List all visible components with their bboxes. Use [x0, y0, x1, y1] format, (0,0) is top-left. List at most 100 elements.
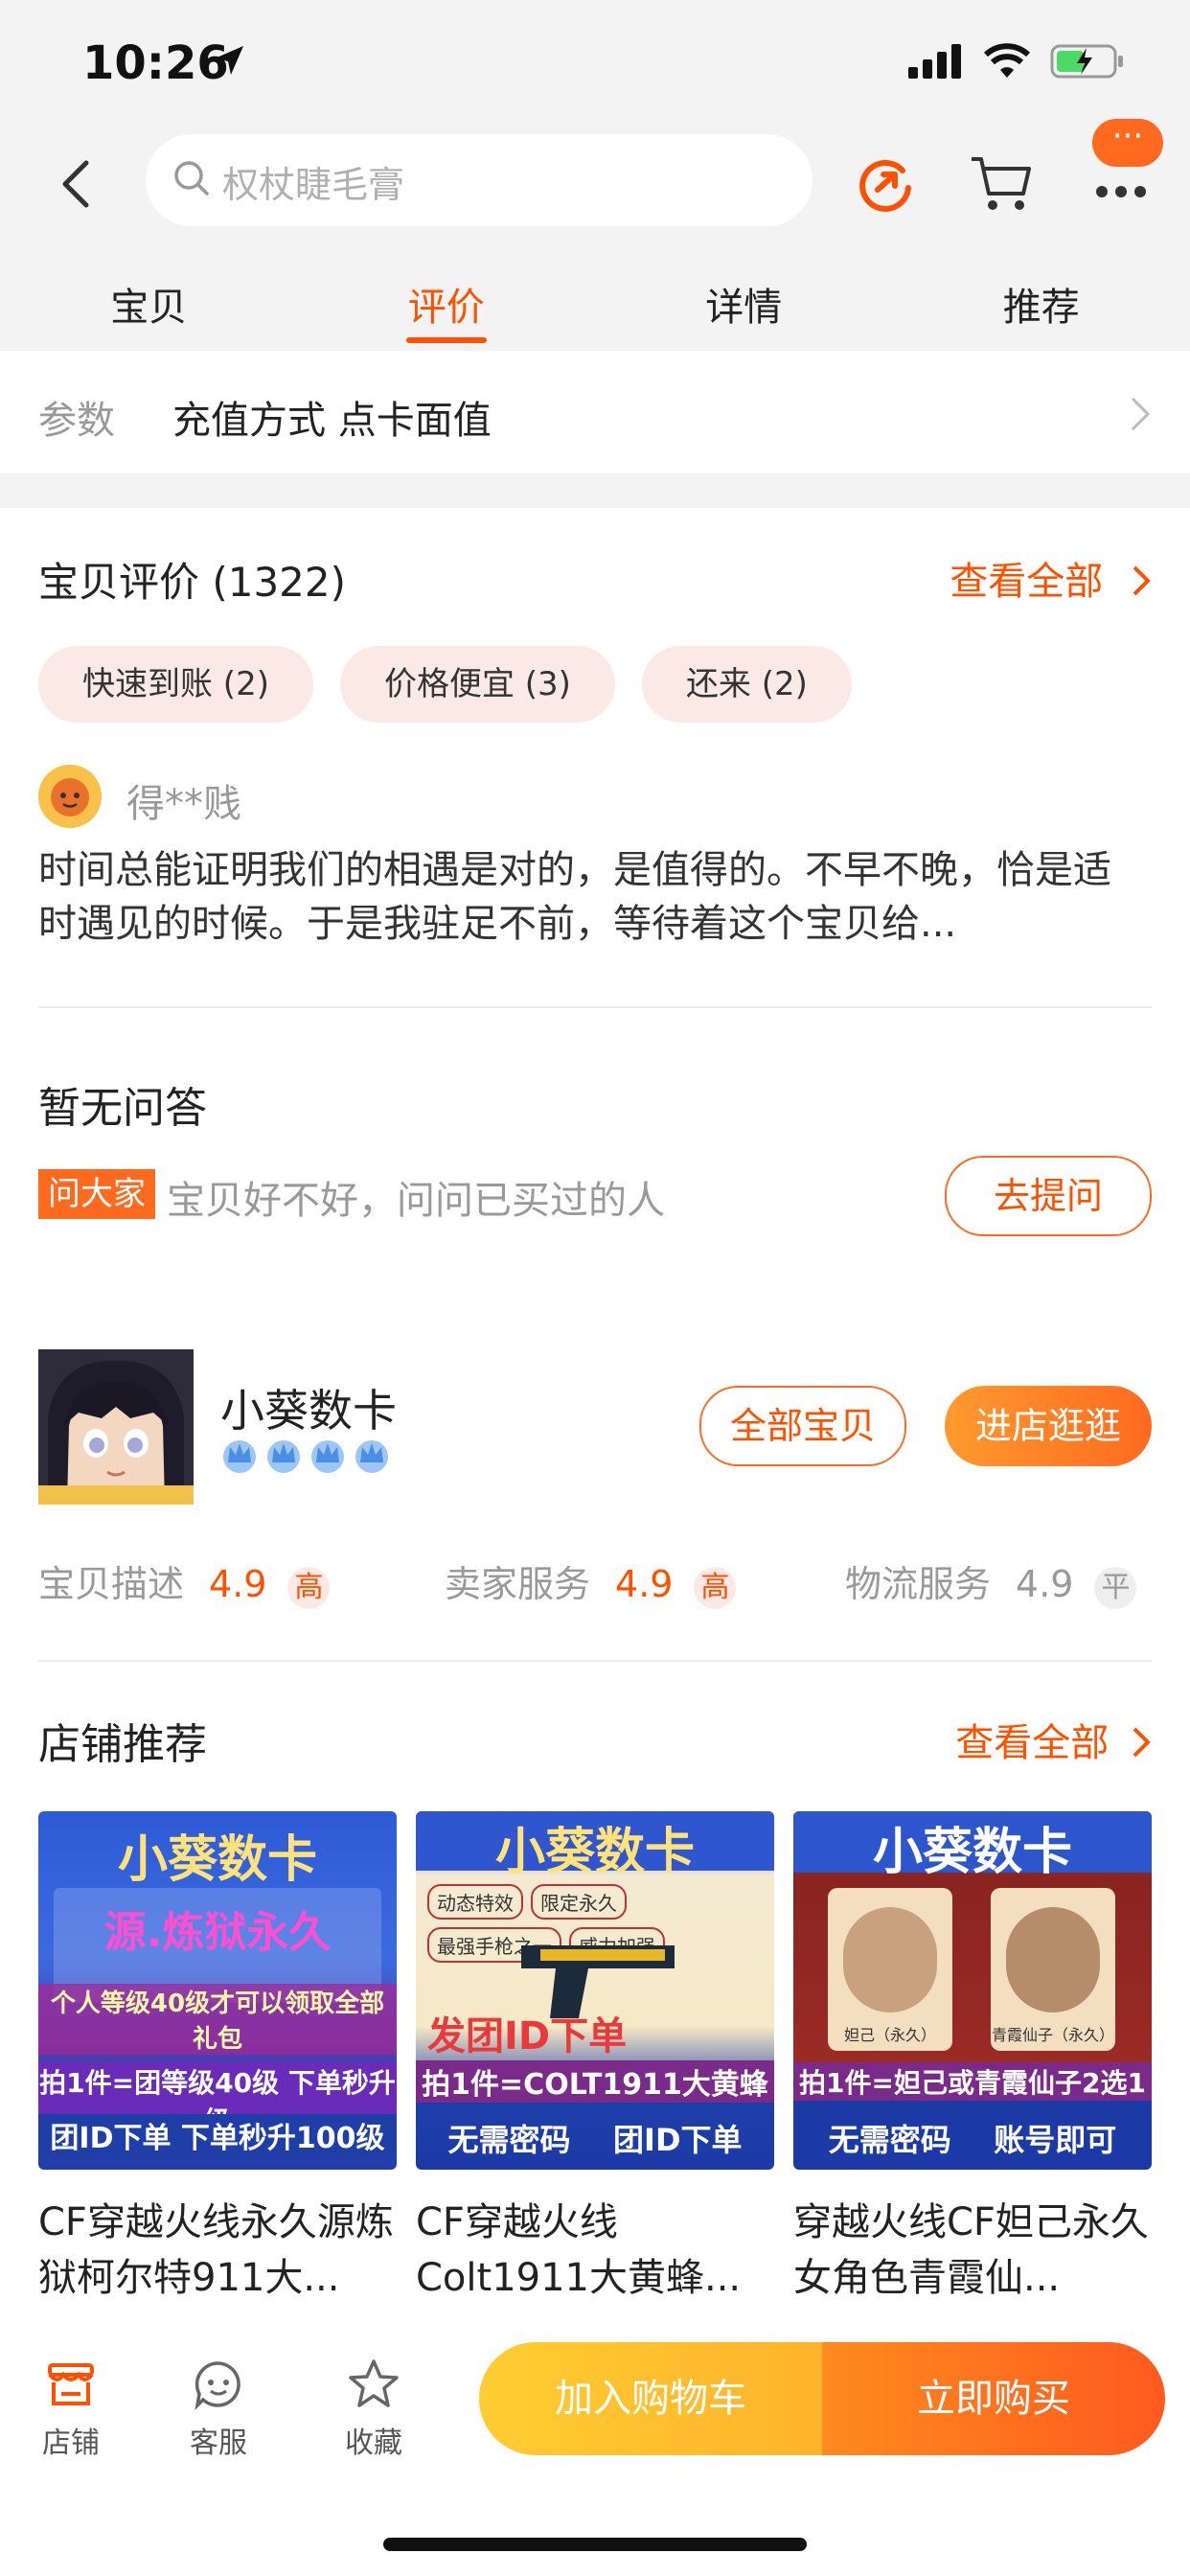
search-bar[interactable]: 权杖睫毛膏 [146, 134, 812, 226]
reviews-title: 宝贝评价 (1322) [38, 559, 347, 606]
divider [38, 1660, 1152, 1662]
message-bubble-badge[interactable]: ··· [1092, 119, 1163, 167]
shop-recommend-view-all-label: 查看全部 [955, 1721, 1110, 1765]
crown-icon [311, 1440, 344, 1473]
location-arrow-icon [215, 46, 243, 75]
product-card[interactable]: 小葵数卡 妲己（永久） 青霞仙子（永久） 拍1件=妲己或青霞仙子2选1 无需密码… [793, 1811, 1152, 2306]
status-right [908, 42, 1127, 80]
product-detail-page: 10:26 权杖睫毛膏 ··· 宝贝 评价 详情 推荐 参数 充值方式 点卡面值… [0, 0, 1190, 2576]
product-line: 个人等级40级才可以领取全部礼包 [38, 1984, 397, 2055]
character-name: 青霞仙子（永久） [991, 2026, 1114, 2044]
reviews-view-all-link[interactable]: 查看全部 [950, 550, 1152, 606]
reviewer-name: 得**贱 [126, 782, 241, 826]
params-row[interactable]: 参数 充值方式 点卡面值 [0, 351, 1190, 473]
tab-details[interactable]: 详情 [595, 259, 893, 351]
shop-recommend-view-all-link[interactable]: 查看全部 [955, 1712, 1152, 1767]
product-card[interactable]: 小葵数卡 源.炼狱永久 个人等级40级才可以领取全部礼包 拍1件=团等级40级 … [38, 1811, 397, 2306]
product-line: 无需密码 团ID下单 [447, 2122, 743, 2158]
tab-recommend[interactable]: 推荐 [893, 259, 1190, 351]
product-line: 源.炼狱永久 [103, 1908, 332, 1957]
shop-level-crowns [220, 1436, 391, 1474]
product-line: 发团ID下单 [427, 2014, 628, 2058]
product-line: 团ID下单 下单秒升100级 [38, 2114, 397, 2156]
product-name[interactable]: CF穿越火线Colt1911大黄蜂... [416, 2195, 774, 2306]
product-chip: 限定永久 [531, 1884, 627, 1920]
score-logistics: 物流服务 4.9 平 [845, 1554, 1137, 1609]
score-badge: 高 [694, 1567, 737, 1609]
review-tag[interactable]: 价格便宜 (3) [339, 646, 615, 723]
score-label: 宝贝描述 [38, 1563, 185, 1605]
review-text[interactable]: 时间总能证明我们的相遇是对的，是值得的。不早不晚，恰是适时遇见的时候。于是我驻足… [38, 843, 1140, 951]
cart-icon[interactable] [968, 150, 1035, 217]
score-service: 卖家服务 4.9 高 [445, 1554, 737, 1609]
shop-recommend-title: 店铺推荐 [38, 1720, 207, 1769]
back-arrow-icon[interactable] [50, 155, 107, 213]
score-badge: 平 [1094, 1567, 1137, 1609]
chevron-right-icon [1133, 1727, 1151, 1758]
add-to-cart-button[interactable]: 加入购物车 [479, 2342, 822, 2455]
status-bar: 10:26 [0, 0, 1190, 126]
store-icon [48, 2363, 94, 2405]
product-line: 拍1件=妲己或青霞仙子2选1 [793, 2062, 1152, 2101]
buy-now-button[interactable]: 立即购买 [822, 2342, 1165, 2455]
customer-service-button[interactable]: 客服 [171, 2358, 266, 2461]
ask-question-button[interactable]: 去提问 [945, 1156, 1152, 1236]
product-card[interactable]: 小葵数卡 动态特效 限定永久 最强手枪之一 威力加强 发团ID下单 拍1件=CO… [416, 1811, 774, 2306]
product-image[interactable]: 小葵数卡 源.炼狱永久 个人等级40级才可以领取全部礼包 拍1件=团等级40级 … [38, 1811, 397, 2170]
store-label: 店铺 [42, 2426, 100, 2460]
cellular-signal-icon [908, 44, 961, 79]
product-banner: 小葵数卡 [117, 1831, 317, 1889]
product-banner: 小葵数卡 [416, 1811, 774, 1881]
store-button[interactable]: 店铺 [23, 2358, 119, 2461]
product-image[interactable]: 小葵数卡 动态特效 限定永久 最强手枪之一 威力加强 发团ID下单 拍1件=CO… [416, 1811, 774, 2170]
product-name[interactable]: CF穿越火线永久源炼狱柯尔特911大... [38, 2195, 397, 2306]
score-value: 4.9 [1016, 1563, 1074, 1605]
crown-icon [223, 1440, 256, 1473]
params-label: 参数 [38, 399, 115, 443]
battery-charging-icon [1050, 44, 1123, 79]
review-tag[interactable]: 快速到账 (2) [38, 646, 313, 723]
score-badge: 高 [287, 1567, 331, 1609]
score-value: 4.9 [615, 1563, 674, 1605]
search-placeholder: 权杖睫毛膏 [222, 164, 405, 206]
purchase-buttons: 加入购物车 立即购买 [479, 2342, 1165, 2455]
review-tags: 快速到账 (2) 价格便宜 (3) 还来 (2) [38, 646, 852, 723]
product-banner: 小葵数卡 [793, 1811, 1152, 1881]
score-value: 4.9 [209, 1563, 267, 1605]
status-time: 10:26 [82, 36, 229, 90]
divider [38, 1006, 1152, 1008]
search-icon [174, 161, 209, 196]
enter-shop-button[interactable]: 进店逛逛 [945, 1386, 1152, 1466]
shop-name[interactable]: 小葵数卡 [220, 1376, 397, 1439]
favorite-button[interactable]: 收藏 [326, 2358, 422, 2461]
score-label: 卖家服务 [445, 1563, 591, 1605]
product-chip: 动态特效 [427, 1884, 523, 1920]
product-image[interactable]: 小葵数卡 妲己（永久） 青霞仙子（永久） 拍1件=妲己或青霞仙子2选1 无需密码… [793, 1811, 1152, 2170]
home-indicator[interactable] [383, 2538, 807, 2551]
tab-reviews[interactable]: 评价 [298, 259, 596, 351]
star-icon [349, 2359, 399, 2407]
character-portrait [1006, 1907, 1100, 2012]
tab-baobei[interactable]: 宝贝 [0, 259, 298, 351]
all-items-button[interactable]: 全部宝贝 [699, 1386, 906, 1466]
shop-logo[interactable] [38, 1349, 194, 1505]
character-name: 妲己（永久） [843, 2026, 936, 2044]
reviewer-avatar [38, 765, 102, 828]
product-name[interactable]: 穿越火线CF妲己永久女角色青霞仙... [793, 2195, 1152, 2306]
character-portrait [843, 1907, 937, 2012]
reviews-view-all-label: 查看全部 [950, 560, 1104, 604]
product-line: 拍1件=COLT1911大黄蜂 [416, 2060, 774, 2103]
qa-title: 暂无问答 [38, 1084, 207, 1133]
score-description: 宝贝描述 4.9 高 [38, 1554, 331, 1609]
crown-icon [267, 1440, 300, 1473]
chevron-right-icon [1133, 565, 1151, 596]
favorite-label: 收藏 [345, 2426, 402, 2460]
wifi-icon [983, 43, 1031, 78]
recommended-products: 小葵数卡 源.炼狱永久 个人等级40级才可以领取全部礼包 拍1件=团等级40级 … [38, 1811, 1152, 2306]
service-label: 客服 [190, 2426, 247, 2460]
top-nav-bar: 权杖睫毛膏 ··· [0, 119, 1190, 242]
review-tag[interactable]: 还来 (2) [641, 646, 852, 723]
product-line: 无需密码 账号即可 [828, 2122, 1117, 2158]
qa-hint: 宝贝好不好，问问已买过的人 [167, 1179, 665, 1223]
share-icon[interactable] [853, 151, 920, 218]
